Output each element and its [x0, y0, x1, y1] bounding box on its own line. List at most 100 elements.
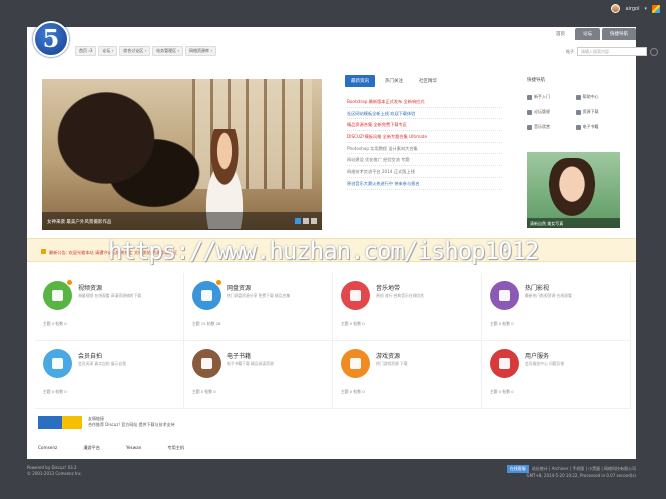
link-icon: [575, 124, 581, 130]
quick-nav-item[interactable]: 新手入门: [527, 94, 576, 100]
image-slider[interactable]: 女神来袭 最美户外风景摄影作品: [42, 79, 322, 230]
search-icon[interactable]: [650, 47, 658, 56]
username-link[interactable]: airgol: [625, 6, 639, 12]
user-bar: airgol ▾: [611, 4, 660, 13]
breadcrumb-item[interactable]: 论坛 ›: [98, 46, 118, 56]
category-card[interactable]: 音乐地带 原创 流行 经典音乐在线欣赏 主题 0 帖数 0: [333, 273, 482, 341]
footer-left: Powered by Discuz! X3.2 © 2001-2013 Coms…: [27, 465, 82, 477]
quick-nav-label: 电子书籍: [582, 124, 599, 129]
quick-nav-item[interactable]: 论坛版规: [527, 109, 576, 115]
icon-glyph: [52, 290, 63, 301]
news-list: Bootstrap 最新版本正式发布 全新响应式 社区网站模板全新上线 欢迎下载体…: [347, 96, 502, 190]
category-title[interactable]: 用户服务: [525, 351, 549, 360]
category-title[interactable]: 电子书籍: [227, 351, 251, 360]
news-item[interactable]: DISCUZ!模板风格 全新专题合集 Ultimate: [347, 131, 502, 143]
category-card[interactable]: 会员自拍 会员风采 真实自拍 展示自我 主题 0 帖数 0: [35, 341, 184, 409]
news-tab[interactable]: 社区精华: [413, 75, 443, 87]
category-desc: 最新热门影视资源 在线观看: [525, 293, 572, 298]
category-card[interactable]: 电子书籍 电子书籍下载 精品阅读资源 主题 0 帖数 0: [184, 341, 333, 409]
side-photo-caption[interactable]: 清新自然 美女写真: [527, 218, 620, 228]
news-tabs: 最新资讯 热门关注 社区精华: [345, 75, 443, 87]
icon-glyph: [201, 290, 212, 301]
footer-right: 在线客服 站长统计 | Archiver | 手机版 | 小黑屋 | 网络科技有限…: [506, 465, 637, 479]
news-item[interactable]: 网站建设 优化推广 经验交流 专题: [347, 154, 502, 167]
category-card[interactable]: 游戏资源 热门游戏资源 下载主题 0 帖数 0: [333, 341, 482, 409]
category-title[interactable]: 网盘资源: [227, 283, 251, 292]
category-title[interactable]: 视频资源: [78, 283, 102, 292]
category-card[interactable]: 用户服务 会员服务中心 问题反馈 主题 0 帖数 0: [482, 341, 631, 409]
category-desc: 热门游戏资源 下载: [376, 361, 408, 366]
search-scope-select[interactable]: 帖子: [566, 49, 574, 55]
category-card[interactable]: 热门影视 最新热门影视资源 在线观看 主题 0 帖数 0: [482, 273, 631, 341]
category-title[interactable]: 游戏资源: [376, 351, 400, 360]
category-stats: 主题 0 帖数 0: [341, 389, 365, 394]
news-item[interactable]: Photoshop 实用教程 设计素材大合集: [347, 143, 502, 155]
new-badge: [66, 279, 73, 286]
quick-nav-label: 论坛版规: [534, 109, 550, 114]
category-card[interactable]: 网盘资源 热门网盘资源分享 免费下载 精品合集 主题 15 帖数 28: [184, 273, 333, 341]
quick-nav-item[interactable]: 帮助中心: [575, 94, 625, 100]
user-icon[interactable]: [43, 349, 72, 378]
quick-nav-item[interactable]: 电子书籍: [575, 124, 625, 130]
user-avatar[interactable]: [611, 4, 621, 13]
chevron-down-icon[interactable]: ▾: [644, 6, 647, 12]
music-icon[interactable]: [341, 281, 370, 310]
breadcrumb-item[interactable]: 首页 ›3: [75, 46, 97, 56]
footer-link[interactable]: Comsenz: [38, 445, 57, 451]
footer-time: GMT+8, 2014-5-20 10:22, Processed in 0.0…: [526, 473, 637, 478]
gamepad-icon[interactable]: [341, 349, 370, 378]
category-desc: 海量视频 在线观看 高清资源随时下载: [78, 293, 142, 298]
category-title[interactable]: 音乐地带: [376, 283, 400, 292]
category-stats: 主题 0 帖数 0: [43, 321, 67, 326]
icon-glyph: [499, 358, 510, 369]
category-title[interactable]: 热门影视: [525, 283, 549, 292]
search-input[interactable]: 请输入搜索内容: [577, 47, 647, 56]
site-logo[interactable]: 5: [33, 21, 69, 57]
footer-link[interactable]: 专用主机: [167, 445, 184, 451]
icon-glyph: [350, 358, 361, 369]
top-tab[interactable]: 快捷导航: [602, 28, 636, 40]
footer-meta-links[interactable]: 站长统计 | Archiver | 手机版 | 小黑屋 | 网络科技有限公司: [532, 466, 636, 471]
breadcrumb-item[interactable]: 综合讨论区 ›: [119, 46, 151, 56]
news-item[interactable]: 网络技术交流平台 2014 正式版上线: [347, 166, 502, 178]
quick-nav-item[interactable]: 资源下载: [575, 109, 625, 115]
copyright: © 2001-2013 Comsenz Inc.: [27, 471, 83, 476]
book-icon[interactable]: [192, 349, 221, 378]
category-card[interactable]: 视频资源 海量视频 在线观看 高清资源随时下载主题 0 帖数 0: [35, 273, 184, 341]
slider-dots: [295, 218, 317, 224]
breadcrumb-item[interactable]: 站务管理区 ›: [152, 46, 184, 56]
slider-dot[interactable]: [295, 218, 301, 224]
top-tab[interactable]: 首页: [548, 28, 573, 40]
category-desc: 会员服务中心 问题反馈: [525, 361, 565, 366]
slider-dot[interactable]: [311, 218, 317, 224]
link-icon: [575, 94, 581, 100]
quick-nav-item[interactable]: 音乐欣赏: [527, 124, 576, 130]
online-service-button[interactable]: 在线客服: [506, 465, 529, 473]
vip-icon[interactable]: [490, 349, 519, 378]
footer-links: Comsenz 漫游平台 Yeswan 专用主机: [38, 445, 184, 451]
category-stats: 主题 15 帖数 28: [192, 321, 221, 326]
partner-logo[interactable]: [38, 416, 82, 429]
news-tab[interactable]: 最新资讯: [345, 75, 375, 87]
breadcrumb-nav: 首页 ›3 论坛 › 综合讨论区 › 站务管理区 › 网络资源库 ›: [75, 46, 216, 56]
side-photo[interactable]: 清新自然 美女写真: [527, 152, 620, 228]
side-photo-image: [549, 158, 595, 216]
search-bar: 帖子 请输入搜索内容: [566, 47, 658, 56]
link-icon: [527, 94, 532, 100]
footer-link[interactable]: 漫游平台: [83, 445, 100, 451]
news-tab[interactable]: 热门关注: [379, 75, 409, 87]
breadcrumb-item[interactable]: 网络资源库 ›: [185, 46, 216, 56]
top-tab[interactable]: 论坛: [575, 28, 600, 40]
film-icon[interactable]: [490, 281, 519, 310]
footer-link[interactable]: Yeswan: [126, 445, 141, 451]
category-desc: 电子书籍下载 精品阅读资源: [227, 361, 274, 366]
news-item[interactable]: 原创音乐大赛火热进行中 快来参与报名: [347, 178, 502, 190]
quick-nav-label: 音乐欣赏: [534, 124, 550, 129]
news-item[interactable]: Bootstrap 最新版本正式发布 全新响应式: [347, 96, 502, 108]
slider-dot[interactable]: [303, 218, 309, 224]
slider-caption[interactable]: 女神来袭 最美户外风景摄影作品: [42, 212, 322, 230]
news-item[interactable]: 精品资源合集 全新免费下载专区: [347, 119, 502, 132]
category-title[interactable]: 会员自拍: [78, 351, 102, 360]
notification-icon[interactable]: [652, 4, 660, 13]
news-item[interactable]: 社区网站模板全新上线 欢迎下载体验: [347, 108, 502, 120]
